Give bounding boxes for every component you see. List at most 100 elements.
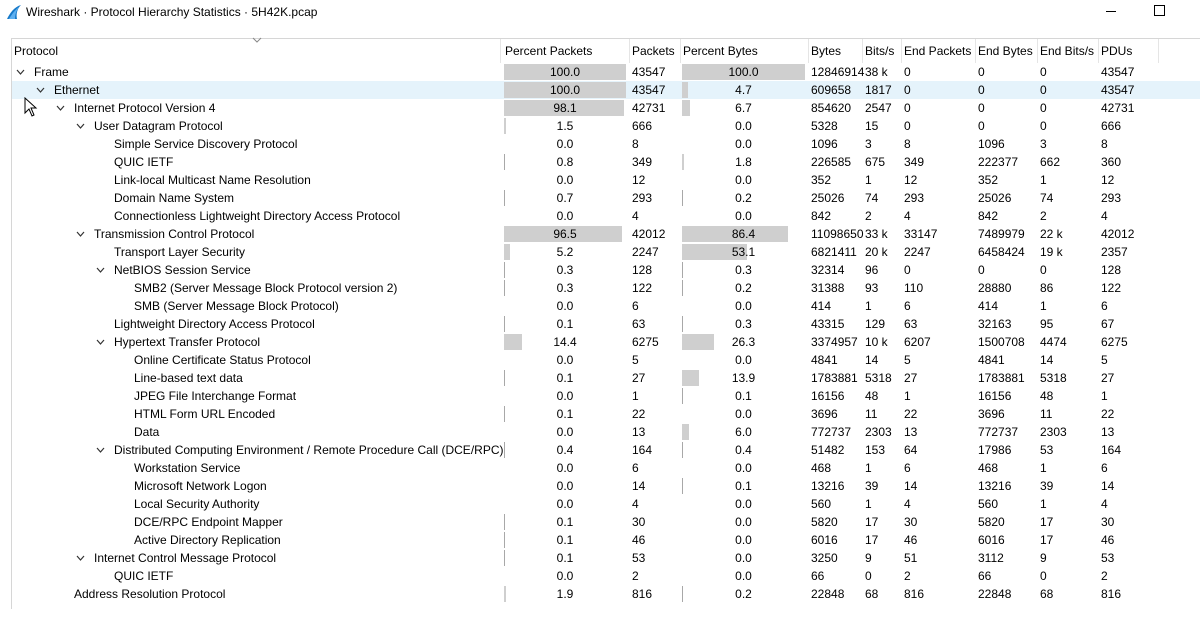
column-header-end-packets[interactable]: End Packets: [902, 39, 976, 63]
column-header-percent-bytes[interactable]: Percent Bytes: [681, 39, 809, 63]
percent-bytes-cell-value: 4.7: [735, 83, 752, 97]
column-header-packets[interactable]: Packets: [630, 39, 681, 63]
column-header-pdus[interactable]: PDUs: [1099, 39, 1159, 63]
tree-row[interactable]: Local Security Authority 0.0 0.0 4 560 1 4 560 1…: [12, 495, 1200, 513]
column-header-percent-packets[interactable]: Percent Packets: [503, 39, 630, 63]
tree-row[interactable]: NetBIOS Session Service 0.3 0.3 128 32314 96 0…: [12, 261, 1200, 279]
tree-row[interactable]: Connectionless Lightweight Directory Acc…: [12, 207, 1200, 225]
percent-packets-cell-value: 0.7: [556, 191, 574, 205]
end-packets-cell: 30: [904, 515, 918, 529]
end-bits-cell: 68: [1040, 587, 1054, 601]
tree-row[interactable]: Data 0.0 6.0 13 772737 2303 13 772737 2303 13: [12, 423, 1200, 441]
packets-cell: 128: [632, 263, 653, 277]
packets-cell: 43547: [632, 83, 666, 97]
tree-row[interactable]: Lightweight Directory Access Protocol 0.1…: [12, 315, 1200, 333]
pdus-cell: 22: [1101, 407, 1115, 421]
pdus-cell: 4: [1101, 497, 1108, 511]
percent-bytes-cell-value: 100.0: [728, 65, 759, 79]
percent-packets-cell: 1.9: [503, 585, 627, 603]
pdus-cell: 2: [1101, 569, 1108, 583]
percent-bytes-cell: 0.0: [681, 117, 806, 135]
end-bytes-cell: 7489979: [978, 227, 1025, 241]
tree-row[interactable]: Hypertext Transfer Protocol 14.4 26.3 6275 3…: [12, 333, 1200, 351]
protocol-cell: Lightweight Directory Access Protocol: [12, 315, 500, 333]
packets-cell: 349: [632, 155, 653, 169]
tree-row[interactable]: SMB (Server Message Block Protocol) 0.0 0.…: [12, 297, 1200, 315]
expand-chevron-icon[interactable]: [56, 104, 65, 112]
bytes-cell: 352: [811, 173, 832, 187]
tree-row[interactable]: Workstation Service 0.0 0.0 6 468 1 6 468 1 6: [12, 459, 1200, 477]
bytes-cell: 560: [811, 497, 832, 511]
tree-row[interactable]: DCE/RPC Endpoint Mapper 0.1 0.0 30 5820 17 30 5…: [12, 513, 1200, 531]
column-header-protocol[interactable]: Protocol: [12, 39, 501, 63]
protocol-cell: SMB (Server Message Block Protocol): [12, 297, 500, 315]
tree-row[interactable]: User Datagram Protocol 1.5 0.0 666 5328 15 0 0 0…: [12, 117, 1200, 135]
tree-row[interactable]: Domain Name System 0.7 0.2 293 25026 74 293 250…: [12, 189, 1200, 207]
percent-bytes-cell: 86.4: [681, 225, 806, 243]
column-header-end-bytes[interactable]: End Bytes: [976, 39, 1038, 63]
maximize-button[interactable]: [1136, 0, 1182, 24]
tree-row[interactable]: Online Certificate Status Protocol 0.0 0.0…: [12, 351, 1200, 369]
tree-row[interactable]: Transport Layer Security 5.2 53.1 2247 68214…: [12, 243, 1200, 261]
tree-row[interactable]: Distributed Computing Environment / Remo…: [12, 441, 1200, 459]
protocol-cell: Frame: [12, 63, 500, 81]
column-header-bits-per-sec[interactable]: Bits/s: [863, 39, 902, 63]
tree-row[interactable]: Internet Control Message Protocol 0.1 0.0 5…: [12, 549, 1200, 567]
pdus-cell: 293: [1101, 191, 1122, 205]
protocol-cell: NetBIOS Session Service: [12, 261, 500, 279]
bytes-cell: 1783881: [811, 371, 858, 385]
end-bits-cell: 86: [1040, 281, 1054, 295]
end-bytes-cell: 6016: [978, 533, 1005, 547]
protocol-hierarchy-tree[interactable]: Protocol Percent Packets Packets Percent…: [11, 37, 1200, 609]
bits-cell: 93: [865, 281, 879, 295]
bytes-cell: 6016: [811, 533, 838, 547]
protocol-name: DCE/RPC Endpoint Mapper: [134, 515, 283, 529]
expand-chevron-icon[interactable]: [96, 446, 105, 454]
protocol-cell: Ethernet: [12, 81, 500, 99]
tree-row[interactable]: Simple Service Discovery Protocol 0.0 0.0 8…: [12, 135, 1200, 153]
protocol-name: Data: [134, 425, 160, 439]
pdus-cell: 42731: [1101, 101, 1135, 115]
expand-chevron-icon[interactable]: [36, 86, 45, 94]
expand-chevron-icon[interactable]: [76, 554, 85, 562]
expand-chevron-icon[interactable]: [16, 68, 25, 76]
tree-row[interactable]: Microsoft Network Logon 0.0 0.1 14 13216 39 14…: [12, 477, 1200, 495]
tree-row[interactable]: Active Directory Replication 0.1 0.0 46 6016…: [12, 531, 1200, 549]
tree-row[interactable]: SMB2 (Server Message Block Protocol vers…: [12, 279, 1200, 297]
pdus-cell: 42012: [1101, 227, 1135, 241]
bytes-cell: 11098650: [811, 227, 864, 241]
end-packets-cell: 2: [904, 569, 911, 583]
tree-row[interactable]: QUIC IETF 0.8 1.8 349 226585 675 349 222377 662 3…: [12, 153, 1200, 171]
protocol-name: Ethernet: [54, 83, 100, 97]
percent-bytes-cell: 53.1: [681, 243, 806, 261]
tree-row[interactable]: HTML Form URL Encoded 0.1 0.0 22 3696 11 22 369…: [12, 405, 1200, 423]
protocol-name: User Datagram Protocol: [94, 119, 223, 133]
end-bits-cell: 95: [1040, 317, 1054, 331]
tree-row[interactable]: Ethernet 100.0 4.7 43547 609658 1817 0 0 0 43547: [12, 81, 1200, 99]
column-header-bytes[interactable]: Bytes: [809, 39, 863, 63]
tree-row[interactable]: Frame 100.0 100.0 43547 12846914 38 k 0 0 0 43547: [12, 63, 1200, 81]
end-packets-cell: 51: [904, 551, 918, 565]
tree-row[interactable]: JPEG File Interchange Format 0.0 0.1 1 16156…: [12, 387, 1200, 405]
tree-row[interactable]: Address Resolution Protocol 1.9 0.2 816 2284…: [12, 585, 1200, 603]
packets-cell: 164: [632, 443, 653, 457]
expand-chevron-icon[interactable]: [76, 230, 85, 238]
percent-bytes-cell-value: 0.0: [735, 299, 752, 313]
tree-row[interactable]: Line-based text data 0.1 13.9 27 1783881 5318…: [12, 369, 1200, 387]
expand-chevron-icon[interactable]: [96, 338, 105, 346]
bits-cell: 1: [865, 299, 872, 313]
tree-row[interactable]: Internet Protocol Version 4 98.1 6.7 42731 8…: [12, 99, 1200, 117]
pdus-cell: 27: [1101, 371, 1115, 385]
expand-chevron-icon[interactable]: [76, 122, 85, 130]
expand-chevron-icon[interactable]: [96, 266, 105, 274]
minimize-button[interactable]: [1088, 0, 1134, 24]
protocol-name: Connectionless Lightweight Directory Acc…: [114, 209, 401, 223]
percent-bytes-cell-value: 0.3: [735, 317, 752, 331]
tree-row[interactable]: Transmission Control Protocol 96.5 86.4 420…: [12, 225, 1200, 243]
tree-row[interactable]: QUIC IETF 0.0 0.0 2 66 0 2 66 0 2: [12, 567, 1200, 585]
column-header-end-bits-per-sec[interactable]: End Bits/s: [1038, 39, 1099, 63]
tree-row[interactable]: Link-local Multicast Name Resolution 0.0 0…: [12, 171, 1200, 189]
end-packets-cell: 4: [904, 497, 911, 511]
bytes-cell: 414: [811, 299, 832, 313]
percent-packets-cell-value: 0.1: [556, 371, 574, 385]
